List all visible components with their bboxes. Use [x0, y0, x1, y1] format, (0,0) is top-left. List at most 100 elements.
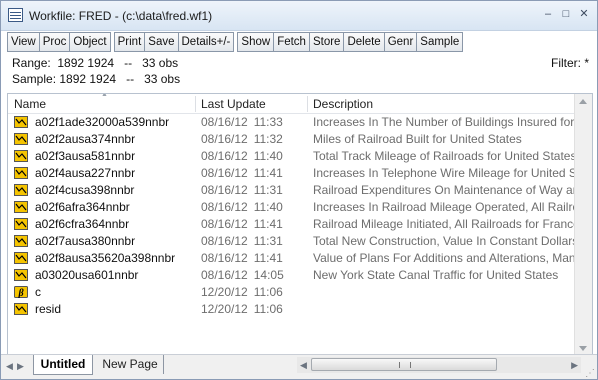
- scroll-left-icon[interactable]: ◀: [300, 360, 307, 371]
- scroll-thumb[interactable]: [311, 358, 497, 371]
- series-icon: [14, 218, 28, 230]
- item-name: a02f4ausa227nnbr: [35, 166, 136, 180]
- item-date: 08/16/12: [201, 251, 248, 265]
- item-description: Railroad Mileage Initiated, All Railroad…: [313, 217, 580, 231]
- item-date: 08/16/12: [201, 132, 248, 146]
- item-date: 08/16/12: [201, 234, 248, 248]
- item-name: a02f8ausa35620a398nnbr: [35, 251, 176, 265]
- item-last-update: 12/20/12 11:06: [201, 285, 283, 299]
- object-button[interactable]: Object: [69, 32, 111, 52]
- item-name: a02f7ausa380nnbr: [35, 234, 136, 248]
- item-description: Total New Construction, Value In Constan…: [313, 234, 585, 248]
- list-item[interactable]: a03020usa601nnbr 08/16/12 14:05 New York St…: [8, 267, 592, 284]
- series-icon: [14, 252, 28, 264]
- column-header-name[interactable]: Name: [14, 94, 46, 113]
- delete-button[interactable]: Delete: [343, 32, 385, 52]
- tab-untitled[interactable]: Untitled: [33, 355, 93, 375]
- maximize-button[interactable]: □: [559, 7, 573, 21]
- save-button[interactable]: Save: [144, 32, 179, 52]
- item-time: 11:06: [253, 302, 283, 316]
- item-date: 12/20/12: [201, 302, 248, 316]
- column-header-last-update[interactable]: Last Update: [201, 94, 266, 113]
- item-description: Increases In The Number of Buildings Ins…: [313, 115, 586, 129]
- list-item[interactable]: resid 12/20/12 11:06: [8, 301, 592, 318]
- scroll-down-icon[interactable]: [579, 346, 587, 351]
- item-time: 11:06: [253, 285, 283, 299]
- sample-info: Sample: 1892 1924 -- 33 obs: [12, 72, 181, 86]
- item-description: Increases In Telephone Wire Mileage for …: [313, 166, 587, 180]
- item-last-update: 08/16/12 11:40: [201, 149, 283, 163]
- object-list: Name ▲ Last Update Description a02f1ade3…: [7, 93, 593, 357]
- workfile-window: Workfile: FRED - (c:\data\fred.wf1) – □ …: [0, 0, 598, 380]
- series-icon: [14, 150, 28, 162]
- show-button[interactable]: Show: [237, 32, 275, 52]
- item-last-update: 08/16/12 11:41: [201, 251, 283, 265]
- list-item[interactable]: a02f6cfra364nnbr 08/16/12 11:41 Railroad Mi…: [8, 216, 592, 233]
- item-date: 08/16/12: [201, 115, 248, 129]
- sample-button[interactable]: Sample: [416, 32, 464, 52]
- item-description: Railroad Expenditures On Maintenance of …: [313, 183, 587, 197]
- item-name: c: [35, 285, 41, 299]
- store-button[interactable]: Store: [308, 32, 345, 52]
- series-icon: [14, 133, 28, 145]
- list-item[interactable]: a02f7ausa380nnbr 08/16/12 11:31 Total New C…: [8, 233, 592, 250]
- scroll-right-icon[interactable]: ▶: [571, 360, 578, 371]
- series-icon: [14, 235, 28, 247]
- item-time: 11:41: [253, 251, 283, 265]
- proc-button[interactable]: Proc: [38, 32, 71, 52]
- item-description: Total Track Mileage of Railroads for Uni…: [313, 149, 577, 163]
- item-name: a02f1ade32000a539nnbr: [35, 115, 170, 129]
- series-icon: [14, 201, 28, 213]
- list-header: Name ▲ Last Update Description: [8, 94, 592, 114]
- genr-button[interactable]: Genr: [383, 32, 418, 52]
- list-item[interactable]: a02f6afra364nnbr 08/16/12 11:40 Increases I…: [8, 199, 592, 216]
- item-last-update: 12/20/12 11:06: [201, 302, 283, 316]
- item-last-update: 08/16/12 11:41: [201, 166, 283, 180]
- series-icon: [14, 269, 28, 281]
- item-description: Miles of Railroad Built for United State…: [313, 132, 522, 146]
- column-header-description[interactable]: Description: [313, 94, 373, 113]
- close-button[interactable]: ✕: [577, 7, 591, 21]
- horizontal-scrollbar[interactable]: ◀ ▶: [297, 357, 581, 373]
- tab-right-icon[interactable]: ▶: [17, 361, 24, 372]
- item-name: resid: [35, 302, 62, 316]
- details-button[interactable]: Details+/-: [177, 32, 235, 52]
- item-date: 12/20/12: [201, 285, 248, 299]
- list-item[interactable]: a02f2ausa374nnbr 08/16/12 11:32 Miles of Ra…: [8, 131, 592, 148]
- title-bar[interactable]: Workfile: FRED - (c:\data\fred.wf1) – □ …: [1, 1, 597, 31]
- item-date: 08/16/12: [201, 149, 248, 163]
- list-item[interactable]: a02f4cusa398nnbr 08/16/12 11:31 Railroad Ex…: [8, 182, 592, 199]
- series-icon: [14, 184, 28, 196]
- item-date: 08/16/12: [201, 217, 248, 231]
- item-description: Increases In Railroad Mileage Operated, …: [313, 200, 586, 214]
- list-item[interactable]: β c 12/20/12 11:06: [8, 284, 592, 301]
- item-last-update: 08/16/12 14:05: [201, 268, 284, 282]
- minimize-button[interactable]: –: [541, 7, 555, 21]
- item-time: 11:41: [253, 217, 283, 231]
- item-date: 08/16/12: [201, 268, 248, 282]
- item-time: 11:33: [253, 115, 283, 129]
- list-item[interactable]: a02f3ausa581nnbr 08/16/12 11:40 Total Track…: [8, 148, 592, 165]
- toolbar: View Proc Object Print Save Details+/- S…: [7, 32, 464, 52]
- resize-grip-icon[interactable]: ⋰: [585, 368, 595, 379]
- item-name: a02f6cfra364nnbr: [35, 217, 130, 231]
- fetch-button[interactable]: Fetch: [273, 32, 310, 52]
- tab-new-page[interactable]: New Page: [97, 355, 164, 374]
- list-item[interactable]: a02f1ade32000a539nnbr 08/16/12 11:33 Increa…: [8, 114, 592, 131]
- item-name: a02f4cusa398nnbr: [35, 183, 135, 197]
- print-button[interactable]: Print: [113, 32, 146, 52]
- list-item[interactable]: a02f4ausa227nnbr 08/16/12 11:41 Increases I…: [8, 165, 592, 182]
- scroll-up-icon[interactable]: [579, 99, 587, 104]
- vertical-scrollbar[interactable]: [574, 94, 592, 356]
- series-icon: [14, 167, 28, 179]
- sort-arrow-icon: ▲: [101, 93, 108, 98]
- tab-left-icon[interactable]: ◀: [6, 361, 13, 372]
- item-date: 08/16/12: [201, 183, 248, 197]
- filter-info: Filter: *: [550, 56, 589, 70]
- item-description: New York State Canal Traffic for United …: [313, 268, 559, 282]
- view-button[interactable]: View: [7, 32, 40, 52]
- coef-icon: β: [14, 286, 28, 299]
- svg-text:β: β: [17, 288, 24, 298]
- list-item[interactable]: a02f8ausa35620a398nnbr 08/16/12 11:41 Value…: [8, 250, 592, 267]
- item-date: 08/16/12: [201, 200, 248, 214]
